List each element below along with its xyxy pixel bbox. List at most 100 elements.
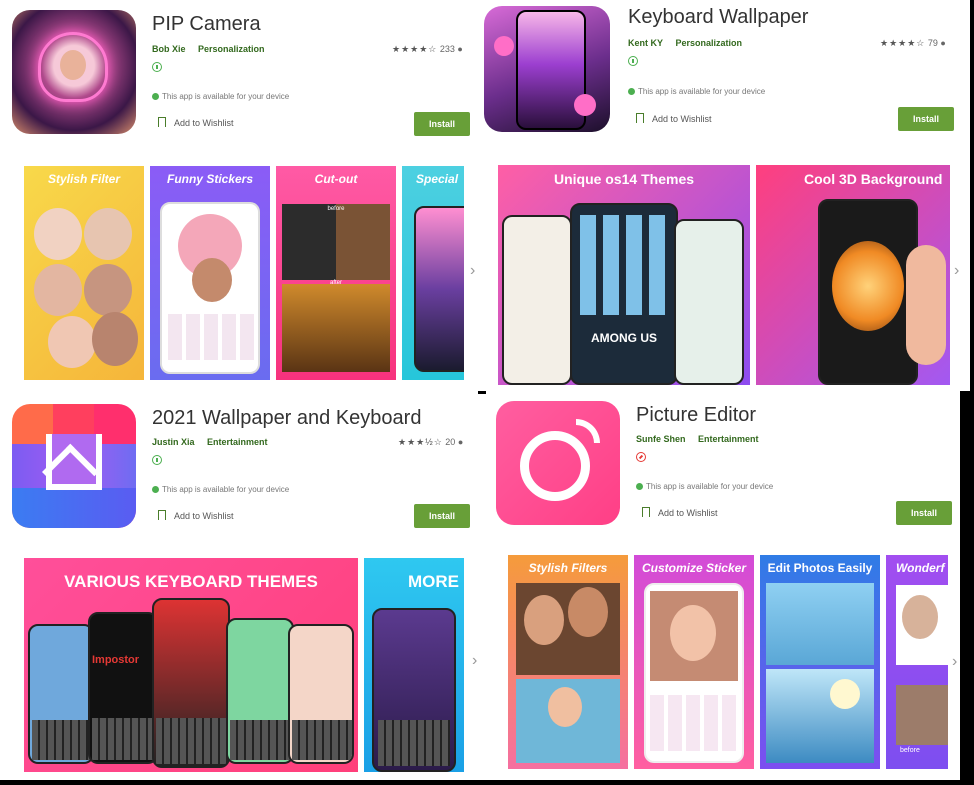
bookmark-icon (158, 510, 166, 520)
wishlist-link[interactable]: Add to Wishlist (158, 510, 234, 521)
check-icon (628, 88, 635, 95)
check-circle-icon (628, 56, 638, 66)
screenshot-caption: Customize Sticker (641, 561, 747, 575)
app-title[interactable]: PIP Camera (152, 13, 261, 36)
screenshot-caption: Edit Photos Easily (767, 561, 873, 575)
among-us-label: AMONG US (591, 331, 657, 345)
before-label: before (327, 206, 345, 212)
availability-label: This app is available for your device (646, 482, 774, 491)
screenshot-caption: MORE (408, 572, 459, 591)
chevron-right-icon[interactable]: › (954, 262, 959, 280)
rating-count: 79 (927, 38, 938, 48)
availability-label: This app is available for your device (638, 87, 766, 96)
category-link[interactable]: Personalization (676, 38, 743, 48)
app-meta: Kent KY Personalization (628, 38, 752, 48)
wishlist-label: Add to Wishlist (658, 508, 718, 518)
app-card-2021-wallpaper-keyboard: 2021 Wallpaper and Keyboard Justin Xia E… (0, 394, 486, 780)
screenshot-1[interactable]: Stylish Filter (24, 166, 144, 380)
screenshot-3[interactable]: Edit Photos Easily (760, 555, 880, 769)
rating-stars: ★★★★☆ (880, 38, 926, 48)
category-link[interactable]: Personalization (198, 44, 265, 54)
screenshot-caption: Special (416, 172, 459, 186)
app-icon-keyboard-wallpaper[interactable] (484, 6, 610, 132)
wishlist-label: Add to Wishlist (174, 511, 234, 521)
app-title[interactable]: Picture Editor (636, 404, 756, 427)
screenshot-1[interactable]: Stylish Filters (508, 555, 628, 769)
screenshot-caption: Stylish Filters (528, 561, 608, 575)
app-meta: Sunfe Shen Entertainment (636, 434, 769, 444)
availability-text: This app is available for your device (152, 92, 289, 101)
category-link[interactable]: Entertainment (698, 434, 759, 444)
rating-stars: ★★★★☆ (392, 44, 438, 54)
wishlist-link[interactable]: Add to Wishlist (158, 117, 234, 128)
person-icon: ● (457, 44, 463, 54)
app-card-pip-camera: PIP Camera Bob Xie Personalization ★★★★☆… (0, 0, 478, 394)
screenshot-caption: Wonderf (896, 561, 945, 575)
chevron-right-icon[interactable]: › (952, 653, 957, 671)
availability-label: This app is available for your device (162, 485, 290, 494)
category-link[interactable]: Entertainment (207, 437, 268, 447)
app-card-keyboard-wallpaper: Keyboard Wallpaper Kent KY Personalizati… (478, 0, 970, 391)
wishlist-link[interactable]: Add to Wishlist (642, 507, 718, 518)
check-circle-icon (152, 62, 162, 72)
app-icon-pip-camera[interactable] (12, 10, 136, 134)
app-title[interactable]: Keyboard Wallpaper (628, 6, 808, 29)
no-ads-icon (636, 452, 646, 462)
screenshot-2[interactable]: Funny Stickers (150, 166, 270, 380)
availability-label: This app is available for your device (162, 92, 290, 101)
screenshot-caption: VARIOUS KEYBOARD THEMES (64, 572, 318, 591)
after-label: after (329, 280, 342, 286)
install-button[interactable]: Install (896, 501, 952, 525)
app-card-picture-editor: Picture Editor Sunfe Shen Entertainment … (486, 391, 960, 780)
developer-link[interactable]: Kent KY (628, 38, 663, 48)
bookmark-icon (636, 113, 644, 123)
screenshot-caption: Stylish Filter (47, 172, 121, 186)
install-button[interactable]: Install (898, 107, 954, 131)
screenshot-caption: Cool 3D Background (804, 171, 943, 187)
screenshot-1[interactable]: VARIOUS KEYBOARD THEMES Impostor (24, 558, 358, 772)
screenshot-2[interactable]: Customize Sticker (634, 555, 754, 769)
app-meta: Justin Xia Entertainment (152, 437, 278, 447)
app-meta: Bob Xie Personalization (152, 44, 275, 54)
install-button[interactable]: Install (414, 112, 470, 136)
screenshot-3[interactable]: Cut-out before after (276, 166, 396, 380)
screenshot-2[interactable]: MORE (364, 558, 464, 772)
wishlist-label: Add to Wishlist (174, 118, 234, 128)
app-icon-picture-editor[interactable] (496, 401, 620, 525)
wishlist-label: Add to Wishlist (652, 114, 712, 124)
check-icon (636, 483, 643, 490)
screenshot-4[interactable]: Wonderf before (886, 555, 948, 769)
developer-link[interactable]: Bob Xie (152, 44, 186, 54)
screenshot-2[interactable]: Cool 3D Background (756, 165, 950, 385)
app-title[interactable]: 2021 Wallpaper and Keyboard (152, 407, 421, 430)
bookmark-icon (642, 507, 650, 517)
person-icon: ● (457, 437, 464, 447)
wishlist-link[interactable]: Add to Wishlist (636, 113, 712, 124)
app-icon-2021-wallpaper[interactable] (12, 404, 136, 528)
screenshot-4[interactable]: Special (402, 166, 464, 380)
screenshot-1[interactable]: Unique os14 Themes AMONG US (498, 165, 750, 385)
rating-count: 20 (445, 437, 456, 447)
availability-text: This app is available for your device (636, 482, 773, 491)
screenshot-caption: Funny Stickers (166, 172, 254, 186)
before-label: before (900, 747, 920, 754)
check-icon (152, 486, 159, 493)
impostor-label: Impostor (92, 654, 140, 666)
check-icon (152, 93, 159, 100)
install-button[interactable]: Install (414, 504, 470, 528)
rating-count: 233 (439, 44, 455, 54)
availability-text: This app is available for your device (152, 485, 289, 494)
availability-text: This app is available for your device (628, 87, 765, 96)
screenshot-caption: Cut-out (314, 172, 358, 186)
check-circle-icon (152, 455, 162, 465)
chevron-right-icon[interactable]: › (472, 652, 477, 670)
chevron-right-icon[interactable]: › (470, 262, 475, 280)
rating: ★★★★☆ 233 ● (392, 44, 463, 55)
rating-stars: ★★★½☆ (398, 437, 443, 447)
developer-link[interactable]: Justin Xia (152, 437, 195, 447)
rating: ★★★½☆ 20 ● (398, 437, 463, 448)
bookmark-icon (158, 117, 166, 127)
screenshot-caption: Unique os14 Themes (553, 171, 695, 187)
developer-link[interactable]: Sunfe Shen (636, 434, 686, 444)
rating: ★★★★☆ 79 ● (880, 38, 946, 49)
